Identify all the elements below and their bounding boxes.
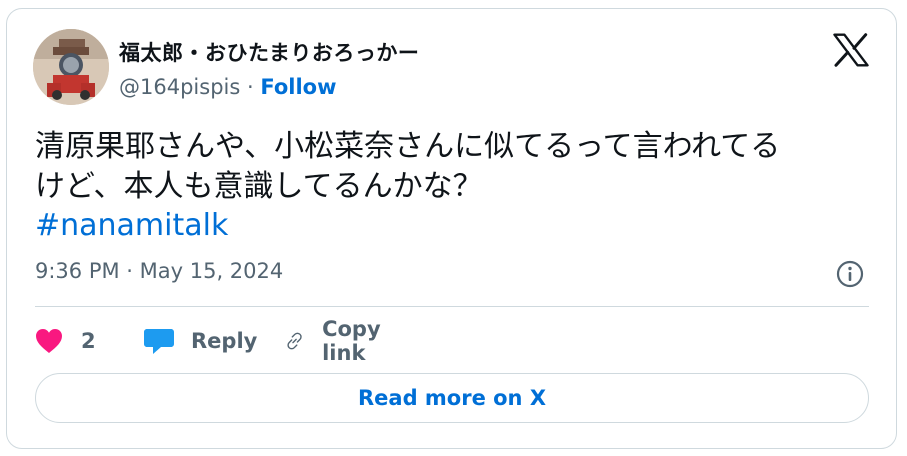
like-button[interactable]: 2	[35, 325, 96, 357]
read-more-button[interactable]: Read more on X	[35, 373, 869, 423]
tweet-card: 福太郎・おひたまりおろっかー @164pispis · Follow 清原果耶さ…	[6, 8, 897, 449]
author-handle-row: @164pispis · Follow	[119, 75, 336, 99]
avatar[interactable]	[33, 29, 109, 105]
like-count: 2	[81, 329, 96, 353]
copy-link-label: Copy link	[322, 317, 381, 365]
tweet-text: 清原果耶さんや、小松菜奈さんに似てるって言われてる けど、本人も意識してるんかな…	[35, 129, 781, 204]
heart-icon	[36, 329, 62, 353]
reply-button[interactable]: Reply	[143, 325, 257, 357]
divider	[35, 306, 869, 307]
info-icon[interactable]	[835, 259, 865, 289]
link-icon	[287, 332, 302, 350]
author-display-name[interactable]: 福太郎・おひたまりおろっかー	[119, 37, 419, 67]
x-logo-icon[interactable]	[833, 33, 869, 67]
tweet-timestamp[interactable]: 9:36 PM · May 15, 2024	[35, 259, 283, 283]
reply-label: Reply	[191, 329, 258, 353]
handle-separator: ·	[240, 75, 261, 99]
follow-button[interactable]: Follow	[260, 75, 336, 99]
author-handle[interactable]: @164pispis	[119, 75, 240, 99]
reply-bubble-icon	[144, 329, 174, 354]
hashtag-link[interactable]: #nanamitalk	[35, 206, 228, 246]
copy-link-button[interactable]: Copy link	[285, 317, 392, 365]
